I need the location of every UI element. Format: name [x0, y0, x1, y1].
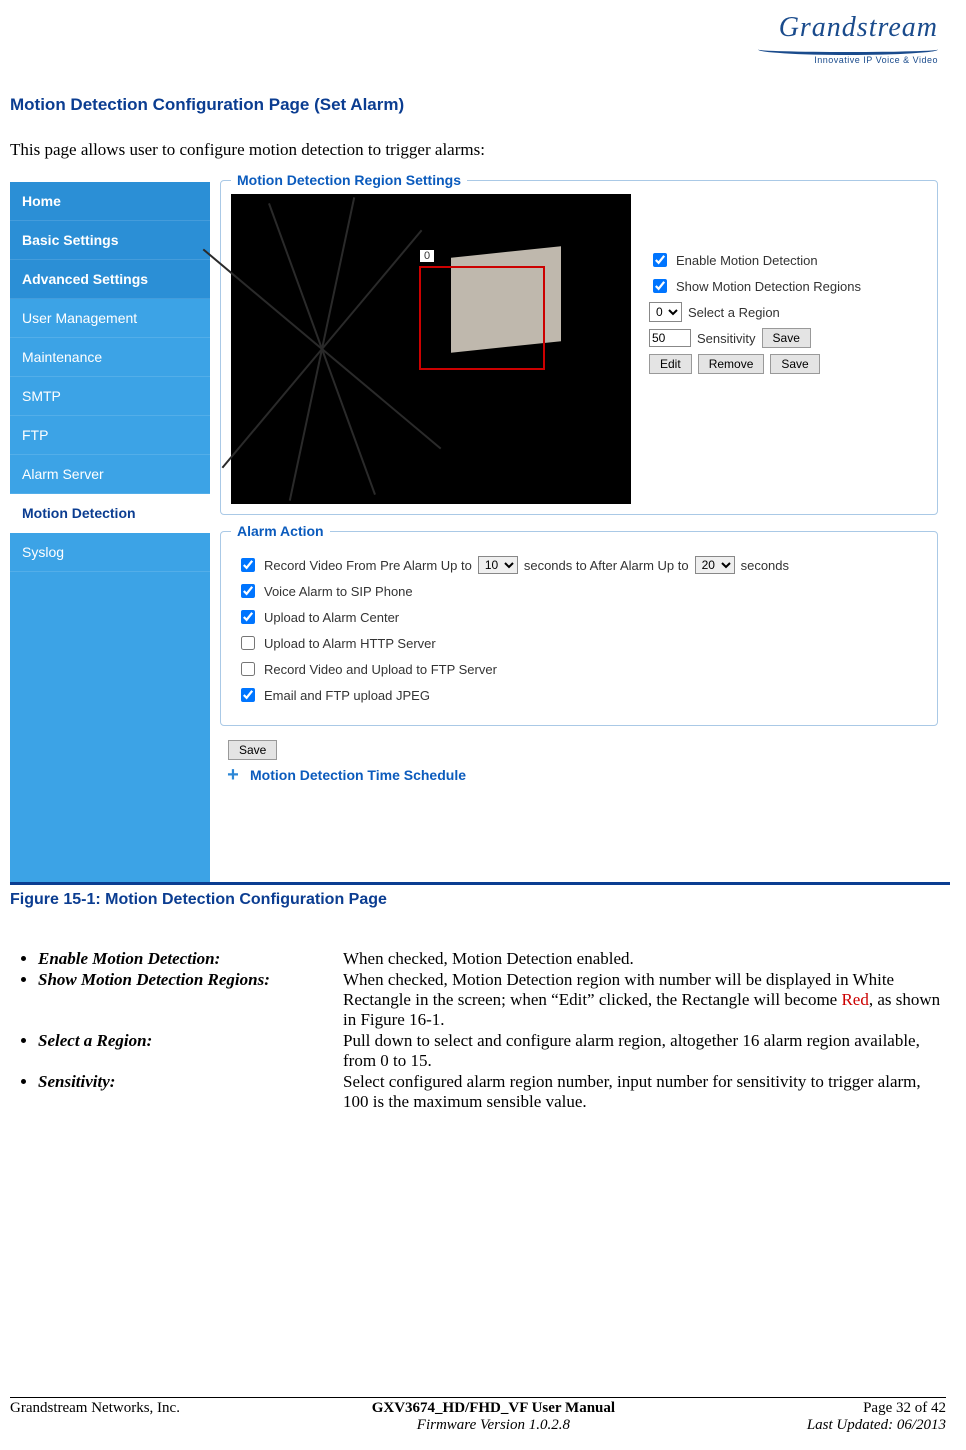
motion-region-rect[interactable] [419, 266, 545, 370]
sidebar-item-basic[interactable]: Basic Settings [10, 221, 210, 260]
remove-button[interactable]: Remove [698, 354, 765, 374]
footer-page: Page 32 of 42 [807, 1400, 946, 1417]
edit-button[interactable]: Edit [649, 354, 692, 374]
save-region-button[interactable]: Save [770, 354, 819, 374]
enable-motion-checkbox[interactable] [653, 253, 667, 267]
select-region-label: Select a Region [688, 305, 780, 320]
region-settings-panel: Motion Detection Region Settings 0 [220, 172, 938, 515]
sidebar-item-motion[interactable]: Motion Detection [10, 494, 210, 533]
voice-alarm-checkbox[interactable] [241, 584, 255, 598]
sidebar-item-advanced[interactable]: Advanced Settings [10, 260, 210, 299]
def-sens: Select configured alarm region number, i… [343, 1072, 946, 1112]
sidebar-item-maintenance[interactable]: Maintenance [10, 338, 210, 377]
voice-alarm-label: Voice Alarm to SIP Phone [264, 584, 413, 599]
sidebar-item-home[interactable]: Home [10, 182, 210, 221]
sensitivity-label: Sensitivity [697, 331, 756, 346]
video-preview: 0 [231, 194, 631, 504]
time-schedule-toggle[interactable]: + Motion Detection Time Schedule [220, 760, 938, 784]
upload-center-checkbox[interactable] [241, 610, 255, 624]
logo-tagline: Innovative IP Voice & Video [758, 55, 938, 65]
footer-firmware: Firmware Version 1.0.2.8 [372, 1417, 615, 1434]
region-number-badge: 0 [419, 249, 435, 263]
footer-date: Last Updated: 06/2013 [807, 1417, 946, 1434]
term-enable: Enable Motion Detection: [38, 949, 343, 969]
time-schedule-label: Motion Detection Time Schedule [250, 767, 466, 783]
email-ftp-jpeg-label: Email and FTP upload JPEG [264, 688, 430, 703]
sidebar-item-usermgmt[interactable]: User Management [10, 299, 210, 338]
record-ftp-label: Record Video and Upload to FTP Server [264, 662, 497, 677]
show-regions-checkbox[interactable] [653, 279, 667, 293]
expand-icon: + [224, 766, 242, 784]
def-show: When checked, Motion Detection region wi… [343, 970, 946, 1030]
description-list: Enable Motion Detection: When checked, M… [10, 949, 946, 1112]
def-enable: When checked, Motion Detection enabled. [343, 949, 946, 969]
sidebar-item-ftp[interactable]: FTP [10, 416, 210, 455]
alarm-legend: Alarm Action [231, 523, 330, 539]
intro-text: This page allows user to configure motio… [10, 140, 946, 160]
save-sensitivity-button[interactable]: Save [762, 328, 811, 348]
enable-motion-label: Enable Motion Detection [676, 253, 818, 268]
region-legend: Motion Detection Region Settings [231, 172, 467, 188]
brand-logo: Grandstream Innovative IP Voice & Video [758, 12, 938, 65]
term-show: Show Motion Detection Regions: [38, 970, 343, 1030]
upload-http-label: Upload to Alarm HTTP Server [264, 636, 436, 651]
record-ftp-checkbox[interactable] [241, 662, 255, 676]
section-heading: Motion Detection Configuration Page (Set… [10, 95, 946, 115]
figure-caption: Figure 15-1: Motion Detection Configurat… [10, 891, 946, 909]
email-ftp-jpeg-checkbox[interactable] [241, 688, 255, 702]
save-all-button[interactable]: Save [228, 740, 277, 760]
term-sens: Sensitivity: [38, 1072, 343, 1112]
upload-center-label: Upload to Alarm Center [264, 610, 399, 625]
record-prealarm-checkbox[interactable] [241, 558, 255, 572]
config-screenshot: Home Basic Settings Advanced Settings Us… [10, 162, 950, 885]
sensitivity-input[interactable] [649, 329, 691, 347]
page-footer: Grandstream Networks, Inc. GXV3674_HD/FH… [10, 1397, 946, 1436]
def-select: Pull down to select and configure alarm … [343, 1031, 946, 1071]
upload-http-checkbox[interactable] [241, 636, 255, 650]
logo-text: Grandstream [758, 12, 938, 44]
sidebar-item-alarmserver[interactable]: Alarm Server [10, 455, 210, 494]
select-region-dropdown[interactable]: 0 [649, 302, 682, 322]
alarm-action-panel: Alarm Action Record Video From Pre Alarm… [220, 523, 938, 726]
nav-sidebar: Home Basic Settings Advanced Settings Us… [10, 162, 210, 882]
show-regions-label: Show Motion Detection Regions [676, 279, 861, 294]
record-pre-text-a: Record Video From Pre Alarm Up to [264, 558, 472, 573]
record-pre-text-b: seconds to After Alarm Up to [524, 558, 689, 573]
footer-title: GXV3674_HD/FHD_VF User Manual [372, 1400, 615, 1417]
term-select: Select a Region: [38, 1031, 343, 1071]
postalarm-seconds-select[interactable]: 20 [695, 556, 735, 574]
sidebar-item-syslog[interactable]: Syslog [10, 533, 210, 572]
record-pre-text-c: seconds [741, 558, 789, 573]
prealarm-seconds-select[interactable]: 10 [478, 556, 518, 574]
sidebar-item-smtp[interactable]: SMTP [10, 377, 210, 416]
footer-left: Grandstream Networks, Inc. [10, 1400, 180, 1434]
